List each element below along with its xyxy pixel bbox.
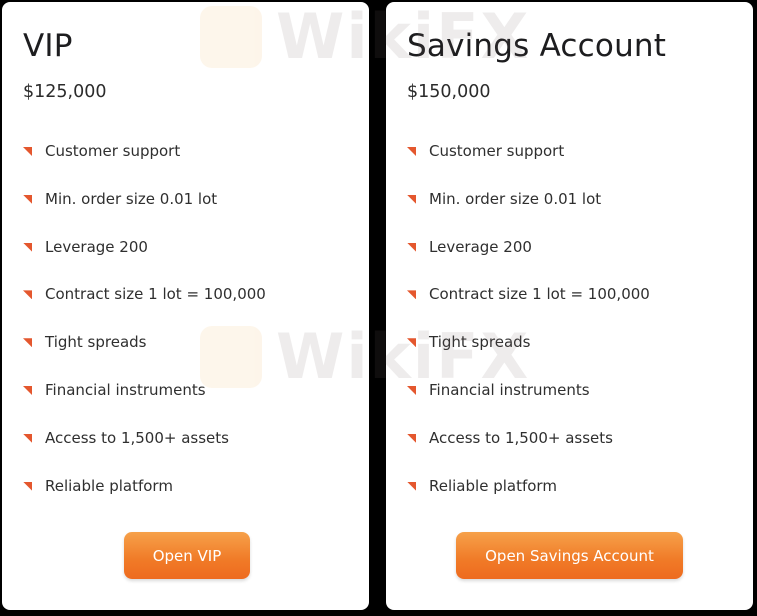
feature-label: Tight spreads [429,333,531,352]
list-item: Contract size 1 lot = 100,000 [23,283,266,331]
feature-label: Customer support [429,142,565,160]
bullet-icon [407,385,416,395]
plan-price: $125,000 [23,82,107,102]
feature-label: Leverage 200 [45,237,148,256]
list-item: Leverage 200 [23,236,266,284]
bullet-icon [407,290,416,300]
bullet-icon [23,433,32,443]
feature-label: Access to 1,500+ assets [429,428,613,447]
bullet-icon [407,338,416,348]
feature-label: Financial instruments [429,380,590,399]
open-savings-account-button[interactable]: Open Savings Account [456,532,683,579]
bullet-icon [23,338,32,348]
list-item: Min. order size 0.01 lot [23,188,266,236]
feature-label: Contract size 1 lot = 100,000 [45,285,266,304]
plan-title: Savings Account [407,28,667,64]
bullet-icon [407,147,416,156]
list-item: Access to 1,500+ assets [407,427,650,475]
bullet-icon [23,147,32,156]
feature-label: Financial instruments [45,380,206,399]
list-item: Leverage 200 [407,236,650,284]
bullet-icon [407,194,416,204]
feature-label: Tight spreads [45,333,147,352]
bullet-icon [23,290,32,300]
plan-price: $150,000 [407,82,491,102]
list-item: Financial instruments [23,379,266,427]
bullet-icon [23,481,32,491]
list-item: Contract size 1 lot = 100,000 [407,283,650,331]
feature-list: Customer support Min. order size 0.01 lo… [407,140,650,522]
bullet-icon [407,433,416,443]
bullet-icon [407,481,416,491]
plan-card-vip: VIP $125,000 Customer support Min. order… [2,2,369,610]
feature-label: Customer support [45,142,181,160]
plan-title: VIP [23,28,73,64]
feature-label: Min. order size 0.01 lot [429,189,602,208]
list-item: Customer support [23,140,266,188]
feature-label: Reliable platform [429,476,557,495]
list-item: Access to 1,500+ assets [23,427,266,475]
bullet-icon [407,242,416,252]
bullet-icon [23,194,32,204]
feature-label: Min. order size 0.01 lot [45,189,218,208]
pricing-page: VIP $125,000 Customer support Min. order… [0,0,757,616]
list-item: Reliable platform [23,475,266,523]
bullet-icon [23,242,32,252]
feature-label: Access to 1,500+ assets [45,428,229,447]
feature-label: Leverage 200 [429,237,532,256]
list-item: Reliable platform [407,475,650,523]
list-item: Tight spreads [23,331,266,379]
list-item: Customer support [407,140,650,188]
plan-card-savings-account: Savings Account $150,000 Customer suppor… [386,2,753,610]
feature-label: Contract size 1 lot = 100,000 [429,285,650,304]
feature-list: Customer support Min. order size 0.01 lo… [23,140,266,522]
open-vip-button[interactable]: Open VIP [124,532,250,579]
bullet-icon [23,385,32,395]
feature-label: Reliable platform [45,476,173,495]
list-item: Min. order size 0.01 lot [407,188,650,236]
list-item: Tight spreads [407,331,650,379]
list-item: Financial instruments [407,379,650,427]
